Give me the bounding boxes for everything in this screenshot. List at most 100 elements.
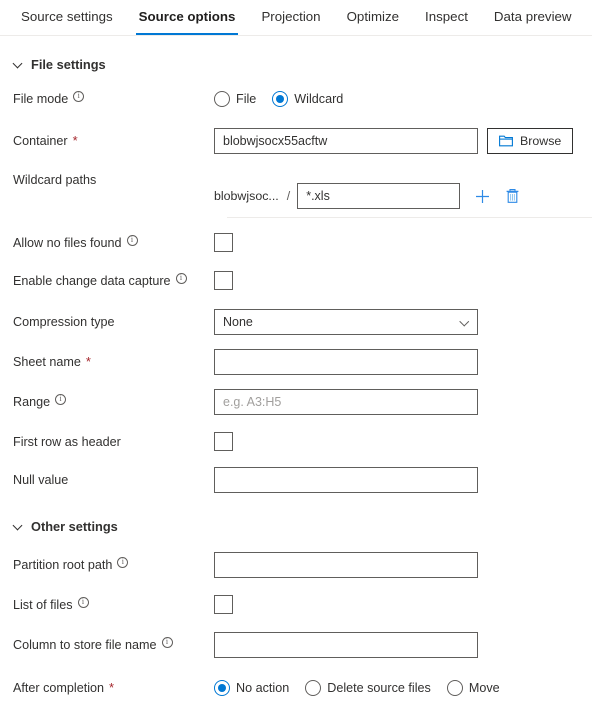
info-icon[interactable]: i bbox=[175, 273, 187, 284]
compression-type-select[interactable]: None bbox=[214, 308, 478, 335]
control-first-row-as-header bbox=[214, 432, 592, 451]
required-asterisk: * bbox=[109, 679, 115, 695]
null-value-input[interactable] bbox=[214, 466, 478, 493]
row-wildcard-paths: Wildcard paths blobwjsoc... / bbox=[0, 171, 592, 218]
column-to-store-file-name-input[interactable] bbox=[214, 631, 478, 658]
label-compression-type: Compression type bbox=[0, 314, 214, 330]
control-enable-change-data-capture bbox=[214, 271, 592, 290]
wildcard-path-input[interactable] bbox=[297, 183, 461, 209]
chevron-down-icon bbox=[13, 521, 24, 532]
list-of-files-checkbox[interactable] bbox=[214, 595, 233, 614]
label-null-value-text: Null value bbox=[13, 472, 69, 487]
row-after-completion: After completion * No action Delete sour… bbox=[0, 673, 592, 702]
tab-source-options[interactable]: Source options bbox=[126, 0, 249, 35]
label-container: Container * bbox=[0, 133, 214, 149]
info-icon[interactable]: i bbox=[55, 394, 67, 405]
label-range: Range i bbox=[0, 394, 214, 410]
label-partition-root-path: Partition root path i bbox=[0, 557, 214, 573]
control-range bbox=[214, 388, 592, 415]
control-column-to-store-file-name bbox=[214, 631, 592, 658]
radio-icon-selected bbox=[214, 679, 230, 696]
plus-icon bbox=[475, 189, 489, 203]
row-enable-change-data-capture: Enable change data capture i bbox=[0, 266, 592, 295]
radio-icon-selected bbox=[272, 90, 289, 107]
tab-inspect[interactable]: Inspect bbox=[412, 0, 481, 35]
row-container: Container * Browse bbox=[0, 126, 592, 155]
label-after-completion: After completion * bbox=[0, 680, 214, 696]
radio-label-wildcard: Wildcard bbox=[294, 91, 344, 106]
section-title-other-settings: Other settings bbox=[31, 518, 118, 534]
label-first-row-as-header: First row as header bbox=[0, 434, 214, 450]
label-allow-no-files-found: Allow no files found i bbox=[0, 235, 214, 251]
info-icon[interactable]: i bbox=[126, 235, 138, 246]
control-sheet-name bbox=[214, 348, 592, 375]
info-icon[interactable]: i bbox=[73, 91, 85, 102]
control-file-mode: File Wildcard bbox=[214, 90, 592, 107]
sheet-name-input[interactable] bbox=[214, 348, 478, 375]
row-first-row-as-header: First row as header bbox=[0, 427, 592, 456]
radio-after-completion-no-action[interactable]: No action bbox=[214, 679, 290, 696]
wildcard-path-prefix: blobwjsoc... bbox=[214, 189, 279, 203]
tab-data-preview[interactable]: Data preview bbox=[481, 0, 585, 35]
row-column-to-store-file-name: Column to store file name i bbox=[0, 630, 592, 659]
section-divider bbox=[227, 217, 592, 218]
label-column-to-store-file-name: Column to store file name i bbox=[0, 637, 214, 653]
tab-source-settings[interactable]: Source settings bbox=[8, 0, 126, 35]
label-first-row-as-header-text: First row as header bbox=[13, 434, 121, 449]
browse-button-label: Browse bbox=[520, 133, 562, 148]
add-wildcard-path-button[interactable] bbox=[472, 186, 492, 206]
chevron-down-icon bbox=[13, 59, 24, 70]
label-partition-root-path-text: Partition root path bbox=[13, 557, 113, 572]
row-range: Range i bbox=[0, 387, 592, 416]
info-icon[interactable]: i bbox=[117, 557, 129, 568]
control-allow-no-files-found bbox=[214, 233, 592, 252]
radio-after-completion-move[interactable]: Move bbox=[446, 679, 500, 696]
enable-change-data-capture-checkbox[interactable] bbox=[214, 271, 233, 290]
row-partition-root-path: Partition root path i bbox=[0, 550, 592, 579]
label-wildcard-paths: Wildcard paths bbox=[0, 171, 214, 188]
info-icon[interactable]: i bbox=[77, 597, 89, 608]
label-allow-no-files-found-text: Allow no files found bbox=[13, 235, 122, 250]
radio-icon-unselected bbox=[214, 90, 230, 107]
section-header-other-settings[interactable]: Other settings bbox=[0, 516, 592, 536]
section-header-file-settings[interactable]: File settings bbox=[0, 54, 592, 74]
row-compression-type: Compression type None bbox=[0, 307, 592, 336]
info-icon[interactable]: i bbox=[161, 637, 173, 648]
first-row-as-header-checkbox[interactable] bbox=[214, 432, 233, 451]
tab-bar: Source settings Source options Projectio… bbox=[0, 0, 592, 36]
tab-optimize[interactable]: Optimize bbox=[334, 0, 412, 35]
partition-root-path-input[interactable] bbox=[214, 551, 478, 578]
folder-icon bbox=[499, 135, 513, 146]
radio-group-file-mode: File Wildcard bbox=[214, 90, 344, 107]
label-file-mode: File mode i bbox=[0, 91, 214, 107]
container-input[interactable] bbox=[214, 127, 478, 154]
range-input[interactable] bbox=[214, 388, 478, 415]
label-sheet-name: Sheet name * bbox=[0, 354, 214, 370]
radio-label-no-action: No action bbox=[236, 680, 290, 695]
required-asterisk: * bbox=[85, 353, 91, 369]
required-asterisk: * bbox=[72, 132, 78, 148]
radio-file-mode-file[interactable]: File bbox=[214, 90, 256, 107]
radio-after-completion-delete-source-files[interactable]: Delete source files bbox=[305, 679, 431, 696]
radio-file-mode-wildcard[interactable]: Wildcard bbox=[272, 90, 344, 107]
trash-icon bbox=[506, 188, 519, 203]
allow-no-files-found-checkbox[interactable] bbox=[214, 233, 233, 252]
control-after-completion: No action Delete source files Move bbox=[214, 679, 592, 696]
control-null-value bbox=[214, 466, 592, 493]
label-list-of-files-text: List of files bbox=[13, 597, 73, 612]
row-file-mode: File mode i File Wildcard bbox=[0, 84, 592, 113]
label-wildcard-paths-text: Wildcard paths bbox=[13, 173, 97, 187]
row-allow-no-files-found: Allow no files found i bbox=[0, 228, 592, 257]
label-enable-change-data-capture-text: Enable change data capture bbox=[13, 273, 171, 288]
wildcard-path-separator: / bbox=[286, 189, 291, 203]
label-sheet-name-text: Sheet name bbox=[13, 354, 81, 369]
radio-icon-unselected bbox=[446, 679, 463, 696]
radio-group-after-completion: No action Delete source files Move bbox=[214, 679, 500, 696]
browse-button[interactable]: Browse bbox=[487, 127, 574, 154]
tab-projection[interactable]: Projection bbox=[248, 0, 333, 35]
label-file-mode-text: File mode bbox=[13, 91, 69, 106]
radio-label-delete-source-files: Delete source files bbox=[327, 680, 431, 695]
label-container-text: Container bbox=[13, 133, 68, 148]
delete-wildcard-path-button[interactable] bbox=[502, 186, 522, 206]
label-null-value: Null value bbox=[0, 472, 214, 488]
